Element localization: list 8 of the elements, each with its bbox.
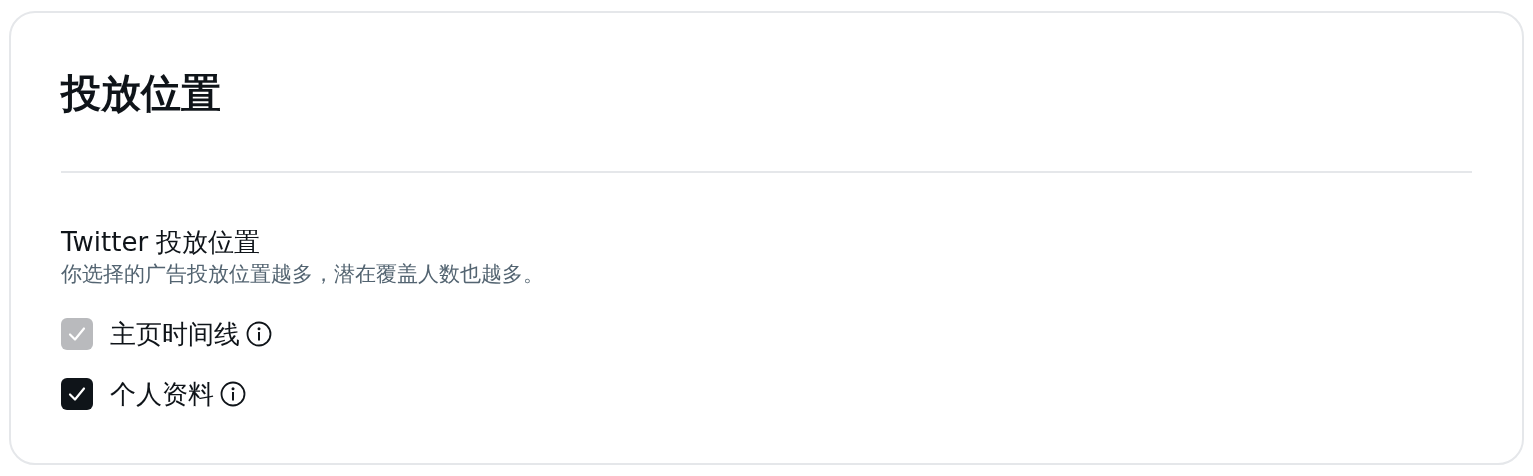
checkbox[interactable]	[61, 378, 93, 410]
option-label: 个人资料	[110, 378, 214, 411]
option-label: 主页时间线	[110, 318, 240, 351]
section-description: 你选择的广告投放位置越多，潜在覆盖人数也越多。	[61, 261, 544, 288]
section-title: Twitter 投放位置	[61, 226, 261, 259]
info-icon[interactable]	[246, 321, 272, 347]
card-title: 投放位置	[61, 71, 221, 115]
info-icon[interactable]	[220, 381, 246, 407]
